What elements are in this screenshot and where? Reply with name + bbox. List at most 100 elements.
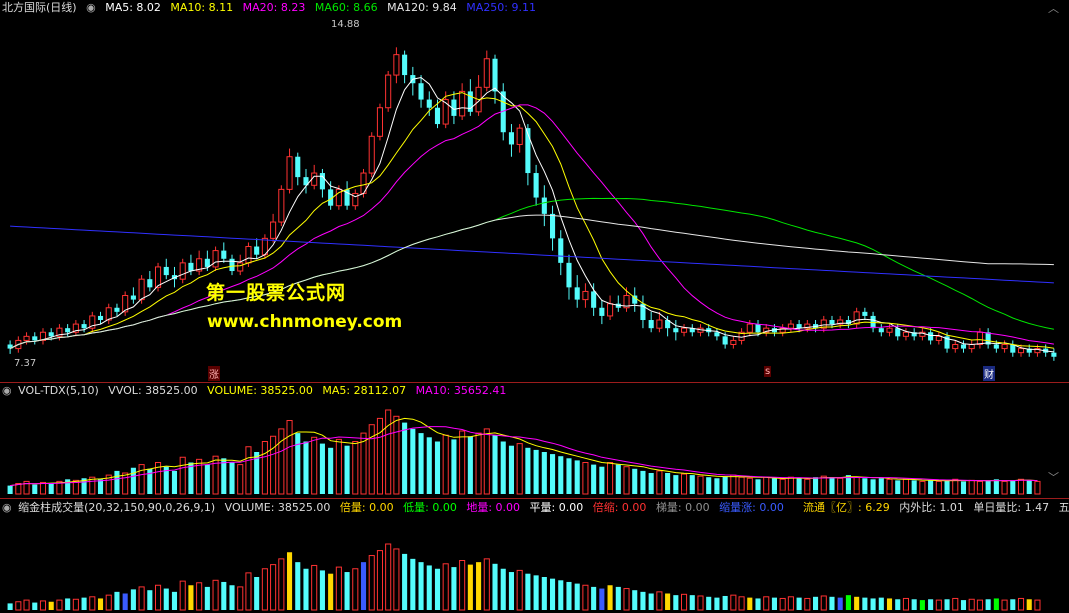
gold-volume-bar [212,579,219,611]
volume-bar [311,436,318,495]
gold-volume-bar [245,572,252,611]
gold-volume-bar [862,597,868,610]
volume-bar [870,479,876,494]
volume-bar [221,458,227,494]
gold-volume-bar [730,594,737,611]
candle-body [434,107,441,125]
gold-volume-bar [820,595,827,611]
volume-bar [878,478,884,494]
volume-bar [475,432,482,495]
volume-bar [467,436,473,494]
volume-bar [500,441,506,494]
gold-volume-bar [1026,599,1032,610]
vvol-value: VVOL: 38525.00 [108,384,198,397]
candle-body [81,324,87,329]
candle-body [878,328,884,333]
volume-bar [935,480,942,495]
ping-liang: 平量: 0.00 [529,501,584,514]
volume-bar [1034,480,1041,495]
vol-ma5-value: MA5: 28112.07 [322,384,407,397]
event-zhang[interactable]: 涨 [208,366,220,381]
indicator-toggle-icon[interactable]: ◉ [86,1,96,14]
candle-body [32,336,38,341]
volume-bar [533,449,539,494]
candle-body [295,156,301,178]
gold-volume-bar [418,562,424,610]
candle-body [221,250,227,259]
gold-volume-bar [254,577,260,610]
gold-volume-bar [81,597,87,610]
third-indicator-name: 缩金柱成交量(20,32,150,90,0,26,9,1) [18,501,216,514]
gold-volume-bar [385,543,392,611]
gold-volume-bar [738,596,745,611]
gold-volume-bar [689,595,695,610]
gold-volume-bar [188,585,194,610]
gold-volume-bar [286,552,293,610]
candle-body [574,287,580,300]
volume-bar [393,415,400,495]
volume-bar [779,478,786,495]
third-chart [7,543,1041,611]
gold-volume-bar [680,593,688,611]
candle-body [393,54,400,76]
gold-volume-bar [755,598,761,610]
gold-volume-bar [368,555,375,611]
gold-volume-bar [796,597,802,610]
volume-bar [697,475,704,495]
volume-toggle-icon[interactable]: ◉ [2,384,12,397]
candle-body [245,246,252,264]
gold-volume-bar [295,562,301,610]
volume-bar [319,443,325,494]
gold-volume-bar [1010,599,1016,610]
gold-volume-bar [787,596,794,611]
volume-bar [138,464,145,495]
low-price-label: 7.37 [14,358,37,369]
gold-volume-bar [558,580,564,610]
gold-volume-bar [747,597,753,610]
volume-bar [771,478,778,494]
ma60-value: MA60: 8.66 [314,1,378,14]
third-legend: ◉ 缩金柱成交量(20,32,150,90,0,26,9,1) VOLUME: … [0,500,790,516]
danri-liangbi: 单日量比: 1.47 [973,501,1050,514]
third-volume: VOLUME: 38525.00 [224,501,331,514]
gold-volume-bar [467,564,473,610]
volume-bar [985,480,991,494]
candle-body [65,328,71,333]
volume-bar [648,473,654,494]
gold-volume-bar [278,558,285,611]
gold-volume-bar [196,582,203,611]
volume-bar [1001,480,1008,495]
candle-body [566,262,572,288]
gold-volume-bar [114,591,120,610]
watermark-title: 第一股票公式网 [206,282,347,304]
gold-volume-bar [221,581,227,610]
volume-bar [837,477,844,495]
event-cai[interactable]: 财 [983,366,995,381]
candle-body [722,336,728,345]
candle-body [746,323,753,333]
gold-volume-bar [508,572,515,610]
third-toggle-icon[interactable]: ◉ [2,501,12,514]
volume-bar [245,446,252,495]
gold-volume-bar [229,585,235,610]
candle-body [254,246,260,255]
candle-body [928,332,934,341]
candle-body [492,58,498,92]
gold-volume-bar [483,558,490,611]
volume-bar [640,470,646,494]
volume-bar [261,441,268,495]
event-s[interactable]: s [764,366,772,377]
volume-bar [566,458,572,494]
gold-volume-bar [574,583,580,610]
volume-bar [492,435,498,494]
gold-volume-bar [516,569,523,611]
volume-bar [549,454,556,494]
candle-body [508,132,515,145]
candle-body [48,332,54,337]
volume-bar [919,480,926,495]
volume-chart [7,409,1041,495]
gold-volume-bar [56,599,63,611]
candle-body [755,324,761,333]
volume-bar [376,417,384,495]
volume-bar [179,456,186,495]
